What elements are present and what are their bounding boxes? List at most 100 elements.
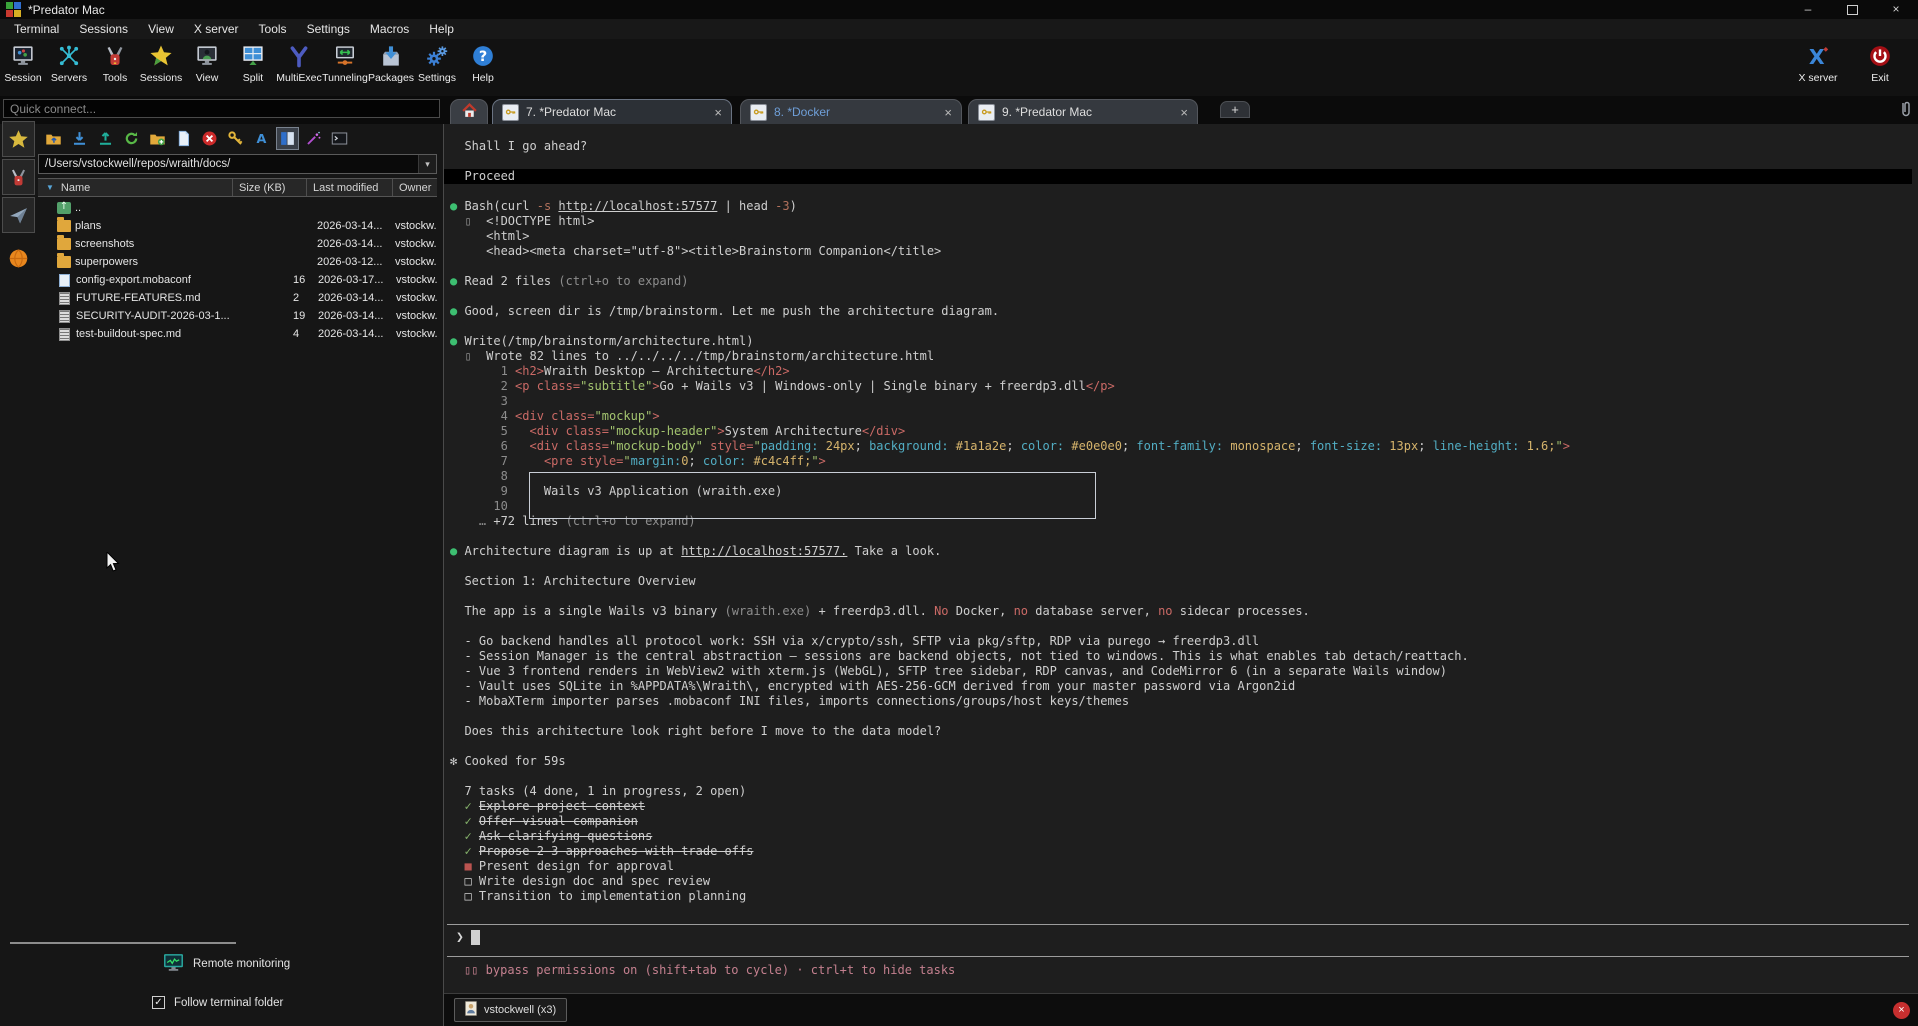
file-row[interactable]: FUTURE-FEATURES.md22026-03-14...vstockw.… — [38, 289, 437, 307]
file-name: superpowers — [75, 256, 233, 268]
tab-7[interactable]: 7. *Predator Mac× — [492, 99, 732, 124]
menu-item-macros[interactable]: Macros — [360, 22, 419, 36]
ascii-box-outline — [529, 472, 1096, 519]
paperclip-icon[interactable] — [1896, 99, 1916, 121]
toolbar-label: Tools — [103, 72, 128, 84]
menu-item-tools[interactable]: Tools — [249, 22, 297, 36]
minimize-button[interactable]: – — [1786, 0, 1830, 19]
paper-plane-icon[interactable] — [2, 197, 35, 233]
toolbar-xserver[interactable]: XX server — [1792, 39, 1844, 84]
menu-item-terminal[interactable]: Terminal — [4, 22, 69, 36]
toolbar-exit[interactable]: Exit — [1854, 39, 1906, 84]
toolbar-packages[interactable]: Packages — [368, 39, 414, 84]
download-icon[interactable] — [68, 127, 91, 150]
terminal-line: 1 <h2>Wraith Desktop — Architecture</h2> — [450, 364, 1918, 379]
menu-item-sessions[interactable]: Sessions — [69, 22, 138, 36]
file-row[interactable]: config-export.mobaconf162026-03-17...vst… — [38, 271, 437, 289]
close-session-button[interactable]: × — [1893, 1002, 1910, 1019]
column-header-name[interactable]: ▼Name — [38, 179, 233, 196]
close-icon[interactable]: × — [1174, 105, 1188, 120]
follow-checkbox[interactable]: ✓ — [152, 996, 165, 1009]
file-row[interactable]: test-buildout-spec.md42026-03-14...vstoc… — [38, 325, 437, 343]
column-header-modified[interactable]: Last modified — [307, 179, 393, 196]
tab-9[interactable]: 9. *Predator Mac× — [968, 99, 1198, 124]
file-row[interactable]: .. — [38, 199, 437, 217]
file-modified: 2026-03-14... — [308, 292, 394, 304]
maximize-button[interactable] — [1830, 0, 1874, 19]
toolbar-multiexec[interactable]: MultiExec — [276, 39, 322, 84]
toolbar-split[interactable]: Split — [230, 39, 276, 84]
menu-item-settings[interactable]: Settings — [297, 22, 360, 36]
toolbar-view[interactable]: View — [184, 39, 230, 84]
toolbar-left: Session Servers Tools SessionsViewSplitMult… — [0, 39, 506, 84]
toolbar-right: XX serverExit — [1792, 39, 1906, 84]
toolbar-session[interactable]: Session — [0, 39, 46, 84]
column-header-size[interactable]: Size (KB) — [233, 179, 307, 196]
path-bar[interactable]: /Users/vstockwell/repos/wraith/docs/ ▾ — [38, 154, 437, 174]
key-icon — [502, 104, 519, 121]
session-icon — [11, 44, 35, 68]
terminal-prompt[interactable]: ❯ — [456, 930, 480, 945]
toolbar-sessions-star[interactable]: Sessions — [138, 39, 184, 84]
terminal-panel[interactable]: Shall I go ahead? Proceed● Bash(curl -s … — [443, 124, 1918, 1026]
terminal-line: ● Read 2 files (ctrl+o to expand) — [450, 274, 1918, 289]
toolbar-servers[interactable]: Servers — [46, 39, 92, 84]
toolbar-label: Session — [4, 72, 41, 84]
tab-8[interactable]: 8. *Docker× — [740, 99, 962, 124]
file-browser-panel: A /Users/vstockwell/repos/wraith/docs/ ▾… — [38, 124, 443, 1026]
file-row[interactable]: screenshots2026-03-14...vstockw... — [38, 235, 437, 253]
menu-item-x-server[interactable]: X server — [184, 22, 249, 36]
close-icon[interactable]: × — [708, 105, 722, 120]
delete-icon[interactable] — [198, 127, 221, 150]
favorites-star-icon[interactable] — [2, 121, 35, 157]
file-table-header: ▼Name Size (KB) Last modified Owner — [38, 178, 437, 197]
terminal-line: 7 tasks (4 done, 1 in progress, 2 open) — [450, 784, 1918, 799]
help-icon: ? — [471, 44, 495, 68]
terminal-line: Proceed — [444, 169, 1912, 184]
terminal-line: - Session Manager is the central abstrac… — [450, 649, 1918, 664]
follow-terminal-folder[interactable]: ✓ Follow terminal folder — [152, 996, 283, 1009]
file-row[interactable]: SECURITY-AUDIT-2026-03-1...192026-03-14.… — [38, 307, 437, 325]
close-icon[interactable]: × — [938, 105, 952, 120]
terminal-line — [450, 529, 1918, 544]
swiss-knife-icon[interactable] — [2, 159, 35, 195]
panel-view-icon[interactable] — [276, 127, 299, 150]
refresh-icon[interactable] — [120, 127, 143, 150]
file-name: FUTURE-FEATURES.md — [76, 292, 234, 304]
file-icon — [59, 310, 70, 323]
toolbar-help[interactable]: ?Help — [460, 39, 506, 84]
side-strip — [2, 121, 35, 273]
wand-icon[interactable] — [302, 127, 325, 150]
window-controls: – × — [1786, 0, 1918, 19]
close-button[interactable]: × — [1874, 0, 1918, 19]
menu-item-help[interactable]: Help — [419, 22, 464, 36]
file-modified: 2026-03-14... — [308, 328, 394, 340]
quick-connect-input[interactable] — [3, 99, 440, 118]
menu-item-view[interactable]: View — [138, 22, 184, 36]
key-icon[interactable] — [224, 127, 247, 150]
toolbar-label: Sessions — [140, 72, 183, 84]
new-folder-icon[interactable] — [146, 127, 169, 150]
globe-icon[interactable] — [2, 243, 35, 273]
new-tab-button[interactable]: + — [1220, 101, 1250, 118]
tab-home[interactable] — [450, 99, 488, 124]
column-header-owner[interactable]: Owner — [393, 179, 437, 196]
session-tab[interactable]: vstockwell (x3) — [454, 998, 567, 1022]
title-bar: *Predator Mac – × — [0, 0, 1918, 19]
toolbar-tunneling[interactable]: Tunneling — [322, 39, 368, 84]
file-row[interactable]: plans2026-03-14...vstockw... — [38, 217, 437, 235]
upload-icon[interactable] — [94, 127, 117, 150]
folder-up-icon[interactable] — [42, 127, 65, 150]
file-modified: 2026-03-14... — [307, 238, 393, 250]
terminal-line: 4 <div class="mockup"> — [450, 409, 1918, 424]
file-row[interactable]: superpowers2026-03-12...vstockw... — [38, 253, 437, 271]
terminal-icon[interactable] — [328, 127, 351, 150]
remote-monitoring[interactable]: Remote monitoring — [163, 952, 290, 976]
font-icon[interactable]: A — [250, 127, 273, 150]
toolbar-settings[interactable]: Settings — [414, 39, 460, 84]
toolbar-tools-knife[interactable]: Tools — [92, 39, 138, 84]
path-text: /Users/vstockwell/repos/wraith/docs/ — [45, 158, 230, 170]
split-icon — [241, 44, 265, 68]
chevron-down-icon[interactable]: ▾ — [418, 155, 436, 173]
new-file-icon[interactable] — [172, 127, 195, 150]
